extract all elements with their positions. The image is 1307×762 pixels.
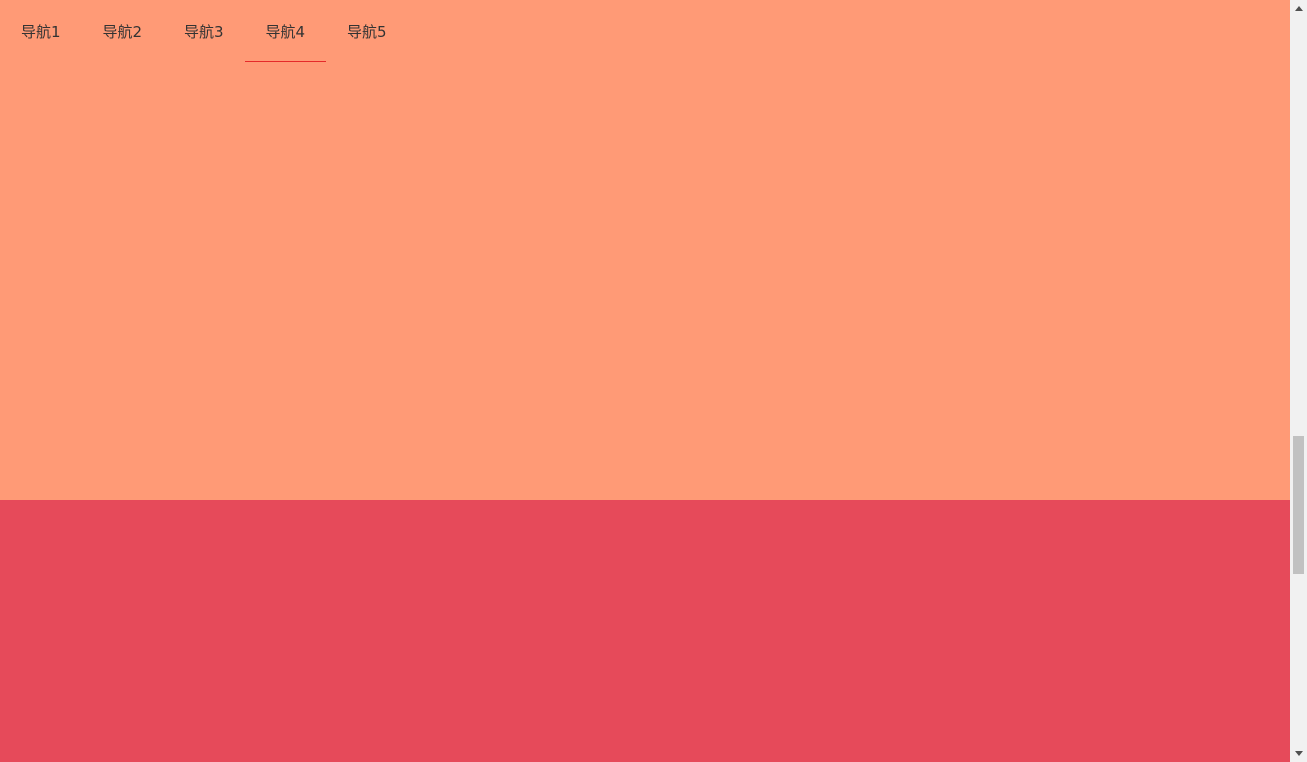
nav-item-label: 导航5 [346,22,387,41]
top-nav: 导航1 导航2 导航3 导航4 导航5 [0,0,408,62]
nav-item-1[interactable]: 导航1 [0,0,82,62]
triangle-down-icon [1294,751,1303,756]
nav-item-label: 导航3 [183,22,224,41]
nav-item-4[interactable]: 导航4 [244,0,327,62]
nav-item-2[interactable]: 导航2 [82,0,164,62]
page-viewport: 导航1 导航2 导航3 导航4 导航5 [0,0,1307,762]
section-red [0,500,1290,762]
vertical-scrollbar[interactable] [1290,0,1307,762]
nav-item-5[interactable]: 导航5 [326,0,408,62]
scrollbar-thumb[interactable] [1293,436,1304,574]
page-content: 导航1 导航2 导航3 导航4 导航5 [0,0,1290,762]
scroll-down-button[interactable] [1290,745,1307,762]
nav-item-label: 导航4 [265,22,306,41]
nav-item-label: 导航2 [102,22,143,41]
nav-item-3[interactable]: 导航3 [163,0,245,62]
triangle-up-icon [1294,6,1303,11]
section-orange [0,0,1290,500]
scroll-up-button[interactable] [1290,0,1307,17]
nav-item-label: 导航1 [20,22,61,41]
